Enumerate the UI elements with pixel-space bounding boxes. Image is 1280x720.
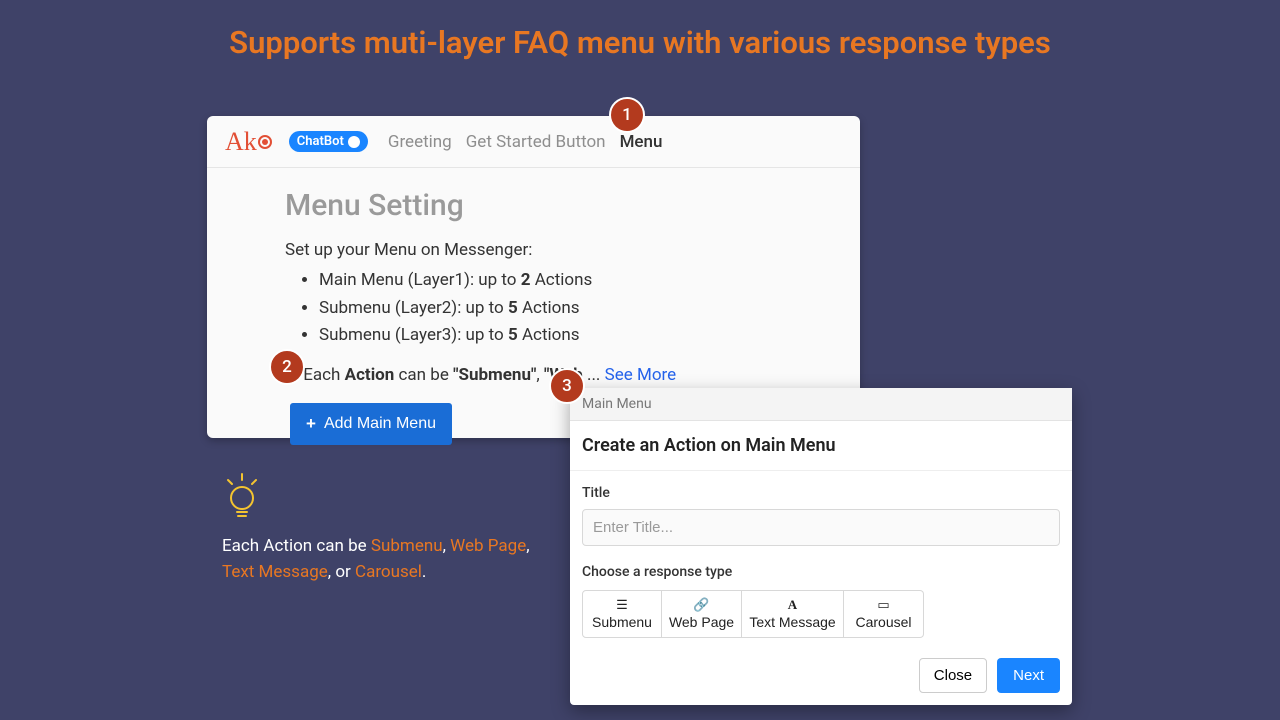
response-carousel-label: Carousel: [855, 614, 911, 630]
response-type-group: ☰ Submenu 🔗 Web Page A Text Message ▭ Ca…: [582, 590, 1060, 638]
create-action-modal: Main Menu Create an Action on Main Menu …: [570, 388, 1072, 705]
title-input[interactable]: [582, 509, 1060, 546]
card-header: Ak ChatBot Greeting Get Started Button M…: [207, 116, 860, 168]
modal-title: Create an Action on Main Menu: [570, 421, 1072, 471]
step-badge-3: 3: [549, 368, 585, 404]
next-button[interactable]: Next: [997, 658, 1060, 693]
tip-text: Each Action can be Submenu, Web Page, Te…: [222, 534, 542, 585]
page-headline: Supports muti-layer FAQ menu with variou…: [0, 0, 1280, 61]
intro-line: Set up your Menu on Messenger:: [285, 237, 782, 263]
response-carousel-button[interactable]: ▭ Carousel: [844, 590, 924, 638]
close-button[interactable]: Close: [919, 658, 987, 693]
chatbot-badge: ChatBot: [289, 131, 368, 152]
tip-block: Each Action can be Submenu, Web Page, Te…: [222, 472, 542, 585]
tab-bar: Greeting Get Started Button Menu: [388, 132, 663, 152]
ako-logo-eye-icon: [258, 135, 272, 149]
bullet-layer2: Submenu (Layer2): up to 5 Actions: [319, 295, 782, 321]
modal-breadcrumb: Main Menu: [570, 388, 1072, 421]
response-webpage-label: Web Page: [669, 614, 734, 630]
response-webpage-button[interactable]: 🔗 Web Page: [662, 590, 742, 638]
response-submenu-label: Submenu: [592, 614, 652, 630]
ordered-line: 1. Each Action can be "Submenu", "Web ..…: [285, 362, 782, 388]
text-icon: A: [788, 598, 797, 611]
tab-menu[interactable]: Menu: [620, 132, 663, 152]
ako-logo: Ak: [225, 127, 272, 157]
see-more-link[interactable]: See More: [605, 365, 677, 385]
menu-description: Set up your Menu on Messenger: Main Menu…: [285, 237, 782, 389]
list-icon: ☰: [616, 598, 628, 611]
bullet-layer1: Main Menu (Layer1): up to 2 Actions: [319, 267, 782, 293]
response-submenu-button[interactable]: ☰ Submenu: [582, 590, 662, 638]
link-icon: 🔗: [693, 598, 709, 611]
ako-logo-text: Ak: [225, 127, 257, 157]
add-main-menu-button[interactable]: Add Main Menu: [290, 403, 452, 445]
lightbulb-icon: [222, 472, 256, 516]
tab-greeting[interactable]: Greeting: [388, 132, 452, 152]
page-title: Menu Setting: [285, 188, 782, 223]
carousel-icon: ▭: [877, 598, 889, 611]
step-badge-1: 1: [609, 97, 645, 133]
bullet-layer3: Submenu (Layer3): up to 5 Actions: [319, 322, 782, 348]
response-type-label: Choose a response type: [582, 564, 1060, 580]
step-badge-2: 2: [269, 349, 305, 385]
response-text-button[interactable]: A Text Message: [742, 590, 844, 638]
title-label: Title: [582, 485, 1060, 501]
tab-get-started[interactable]: Get Started Button: [466, 132, 606, 152]
response-text-label: Text Message: [749, 614, 835, 630]
